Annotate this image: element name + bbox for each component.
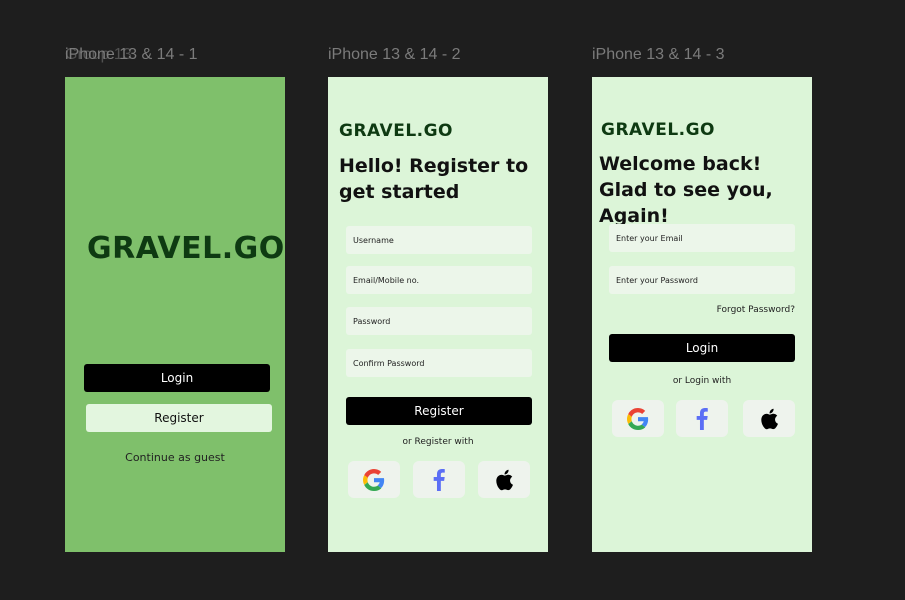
splash-screen: GRAVEL.GO Login Register Continue as gue… xyxy=(65,77,285,552)
email-field[interactable]: Enter your Email xyxy=(609,224,795,252)
register-screen: GRAVEL.GO Hello! Register to get started… xyxy=(328,77,548,552)
login-screen: GRAVEL.GO Welcome back! Glad to see you,… xyxy=(592,77,812,552)
register-button[interactable]: Register xyxy=(86,404,272,432)
forgot-password-link[interactable]: Forgot Password? xyxy=(717,305,795,315)
facebook-icon xyxy=(696,407,708,430)
google-icon xyxy=(627,407,649,430)
apple-icon xyxy=(496,469,513,490)
alt-login-label: or Login with xyxy=(672,376,732,386)
frame-label-1[interactable]: iPhone 13 & 14 - 1 Group 13 xyxy=(65,46,198,64)
facebook-icon xyxy=(433,468,445,491)
facebook-button[interactable] xyxy=(676,400,728,437)
password-field[interactable]: Enter your Password xyxy=(609,266,795,294)
apple-button[interactable] xyxy=(478,461,530,498)
google-button[interactable] xyxy=(612,400,664,437)
apple-icon xyxy=(761,408,778,429)
login-button[interactable]: Login xyxy=(84,364,270,392)
google-icon xyxy=(363,468,385,491)
facebook-button[interactable] xyxy=(413,461,465,498)
page-title: Hello! Register to get started xyxy=(339,155,529,203)
password-field[interactable]: Password xyxy=(346,307,532,335)
email-mobile-field[interactable]: Email/Mobile no. xyxy=(346,266,532,294)
app-logo: GRAVEL.GO xyxy=(601,120,716,140)
app-logo: GRAVEL.GO xyxy=(339,121,454,141)
login-button[interactable]: Login xyxy=(609,334,795,362)
confirm-password-field[interactable]: Confirm Password xyxy=(346,349,532,377)
frame-label-3[interactable]: iPhone 13 & 14 - 3 xyxy=(592,46,725,64)
frame-label-2[interactable]: iPhone 13 & 14 - 2 xyxy=(328,46,461,64)
apple-button[interactable] xyxy=(743,400,795,437)
app-logo: GRAVEL.GO xyxy=(87,231,285,266)
register-button[interactable]: Register xyxy=(346,397,532,425)
username-field[interactable]: Username xyxy=(346,226,532,254)
page-title: Welcome back! Glad to see you, Again! xyxy=(599,153,773,227)
frame-label-overlay: Group 13 xyxy=(65,46,132,63)
google-button[interactable] xyxy=(348,461,400,498)
alt-register-label: or Register with xyxy=(402,437,474,447)
continue-as-guest-link[interactable]: Continue as guest xyxy=(65,451,285,464)
